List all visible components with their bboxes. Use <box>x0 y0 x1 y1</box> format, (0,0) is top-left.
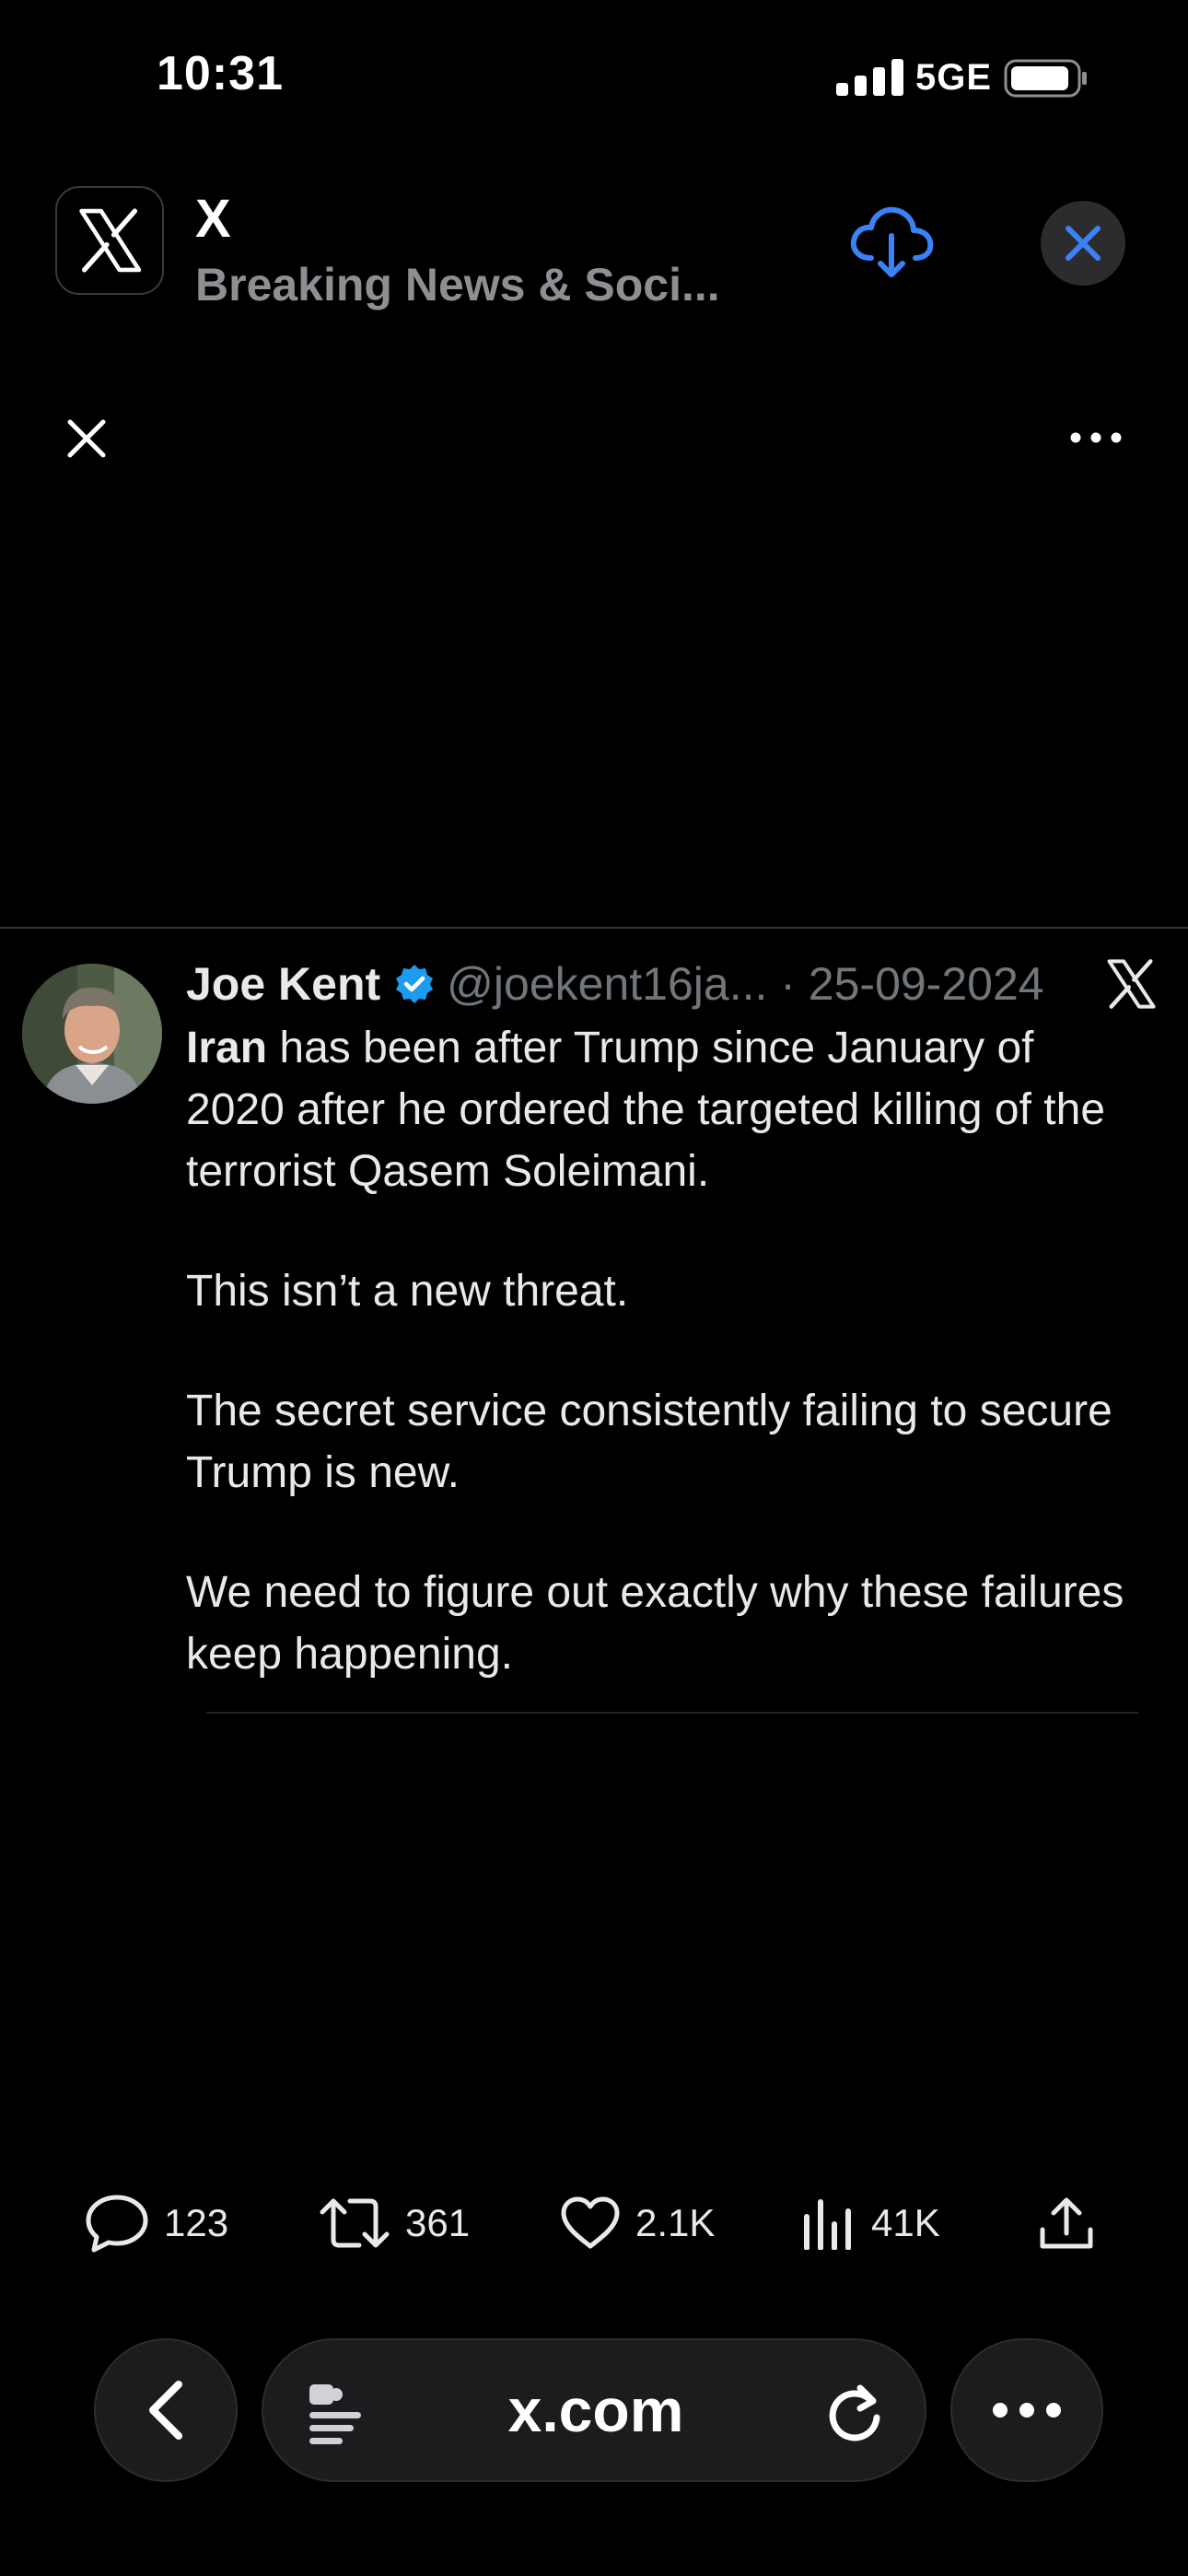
browser-menu-button[interactable] <box>950 2338 1103 2482</box>
avatar[interactable] <box>22 964 162 1104</box>
tweet-paragraph-text: has been after Trump since January of 20… <box>186 1024 1106 1196</box>
repost-button[interactable]: 361 <box>319 2191 470 2255</box>
heart-icon <box>561 2196 620 2249</box>
cloud-download-icon[interactable] <box>847 205 936 278</box>
viewer-close-button[interactable] <box>64 416 109 461</box>
tweet-paragraph: We need to figure out exactly why these … <box>186 1568 1124 1679</box>
like-button[interactable]: 2.1K <box>560 2191 715 2255</box>
tweet-hashtag-bold: Iran <box>186 1024 268 1072</box>
network-type: 5GE <box>915 57 993 98</box>
repost-count: 361 <box>405 2201 471 2244</box>
back-button[interactable] <box>94 2338 238 2482</box>
handle-and-date: @joekent16ja... · 25-09-2024 <box>447 958 1044 1010</box>
x-app-icon[interactable] <box>55 186 164 295</box>
tweet-author-row: Joe Kent @joekent16ja... · 25-09-2024 <box>186 956 1044 1012</box>
reply-button[interactable]: 123 <box>85 2191 228 2255</box>
tweet-paragraph: Iran has been after Trump since January … <box>186 1017 1144 1202</box>
battery-icon <box>1004 59 1089 98</box>
author-name[interactable]: Joe Kent <box>186 957 380 1011</box>
banner-close-button[interactable] <box>1041 201 1125 286</box>
status-time: 10:31 <box>157 47 284 100</box>
more-horizontal-icon <box>993 2403 1061 2418</box>
address-bar[interactable]: x.com <box>262 2338 926 2482</box>
profile-photo-icon <box>22 964 162 1104</box>
x-logo-icon[interactable] <box>1105 958 1157 1010</box>
tweet-paragraph: This isn’t a new threat. <box>186 1267 629 1316</box>
reply-icon <box>86 2195 148 2253</box>
more-options-button[interactable] <box>1070 431 1122 444</box>
chevron-left-icon <box>149 2381 182 2440</box>
share-button[interactable] <box>1037 2191 1096 2255</box>
share-icon <box>1040 2197 1093 2249</box>
divider <box>206 1712 1138 1714</box>
app-subtitle: Breaking News & Soci... <box>195 259 720 310</box>
like-count: 2.1K <box>635 2201 716 2244</box>
analytics-icon <box>804 2199 851 2250</box>
views-button[interactable]: 41K <box>801 2191 940 2255</box>
close-icon <box>1066 226 1101 261</box>
reply-count: 123 <box>164 2201 229 2244</box>
repost-icon <box>320 2198 390 2248</box>
cellular-signal-icon <box>836 59 906 96</box>
reload-icon[interactable] <box>823 2381 886 2443</box>
close-icon <box>67 419 106 458</box>
x-logo-icon <box>79 208 142 273</box>
more-horizontal-icon <box>1070 432 1122 443</box>
verified-badge-icon <box>393 963 436 1005</box>
tweet-paragraph: The secret service consistently failing … <box>186 1387 1112 1497</box>
divider <box>0 927 1188 929</box>
app-name: X <box>195 189 231 249</box>
views-count: 41K <box>871 2201 940 2244</box>
tweet-text: Iran has been after Trump since January … <box>186 1017 1144 1743</box>
